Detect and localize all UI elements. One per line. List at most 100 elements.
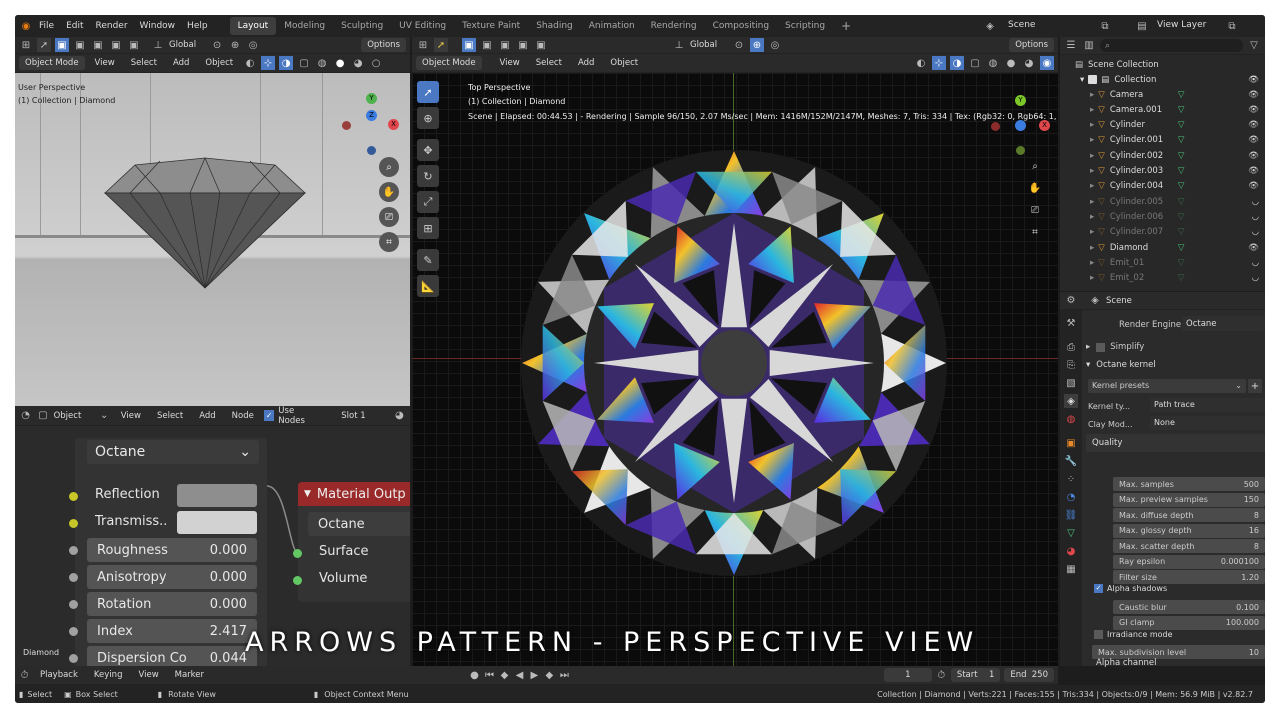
- display-mode-icon[interactable]: ▥: [1082, 39, 1096, 53]
- view-menu[interactable]: View: [493, 56, 526, 70]
- prev-keyframe-icon[interactable]: ◆: [499, 668, 510, 682]
- property-field[interactable]: Max. samples 500: [1113, 477, 1265, 491]
- gizmo-icon[interactable]: ⊹: [932, 56, 946, 70]
- material-browse-icon[interactable]: ◕: [393, 409, 406, 423]
- eye-icon[interactable]: 👁: [1248, 90, 1259, 100]
- outliner-item[interactable]: ▸ ▽ Cylinder.005 ▽ ◡: [1060, 194, 1265, 209]
- mode-select[interactable]: Object Mode: [19, 56, 85, 70]
- eye-icon[interactable]: 👁: [1248, 135, 1259, 145]
- render-engine-select[interactable]: Octane: [1182, 316, 1265, 331]
- cursor-tool-icon[interactable]: ⊕: [417, 107, 439, 129]
- expand-arrow-icon[interactable]: ▸: [1090, 212, 1094, 222]
- scene-name-field[interactable]: Scene: [1008, 20, 1098, 30]
- anisotropy-socket[interactable]: [69, 573, 78, 582]
- scene-collection-row[interactable]: ▤ Scene Collection: [1060, 57, 1265, 72]
- wireframe-shading-icon[interactable]: ◍: [986, 56, 1000, 70]
- preview-range-icon[interactable]: ⏱: [936, 668, 947, 682]
- eye-icon[interactable]: ◡: [1252, 227, 1259, 237]
- eye-icon[interactable]: 👁: [1248, 105, 1259, 115]
- scene-tab-icon[interactable]: ◈: [1064, 394, 1078, 408]
- start-frame-field[interactable]: Start 1: [950, 668, 1001, 682]
- collection-row[interactable]: ▾ ▤ Collection 👁: [1060, 72, 1265, 87]
- material-tab-icon[interactable]: ◕: [1064, 544, 1078, 558]
- marker-menu[interactable]: Marker: [168, 668, 211, 682]
- octane-kernel-panel[interactable]: ▾ Octane kernel: [1086, 356, 1265, 374]
- tab-rendering[interactable]: Rendering: [643, 17, 705, 35]
- select-menu[interactable]: Select: [529, 56, 568, 70]
- record-icon[interactable]: ●: [469, 668, 480, 682]
- tab-texture-paint[interactable]: Texture Paint: [454, 17, 528, 35]
- measure-tool-icon[interactable]: 📐: [417, 275, 439, 297]
- copy-layer-icon[interactable]: ⧉: [1225, 19, 1239, 33]
- expand-arrow-icon[interactable]: ▸: [1090, 166, 1094, 176]
- add-workspace-icon[interactable]: +: [833, 15, 859, 37]
- select-box-tool-icon[interactable]: ➚: [417, 81, 439, 103]
- property-field[interactable]: Max. scatter depth 8: [1113, 539, 1265, 553]
- material-shading-icon[interactable]: ◕: [1022, 56, 1036, 70]
- mesh-data-icon[interactable]: ▽: [1178, 90, 1185, 100]
- pan-hand-icon[interactable]: ✋: [379, 182, 399, 202]
- scene-icon[interactable]: ◈: [983, 19, 997, 33]
- outliner-item[interactable]: ▸ ▽ Cylinder.006 ▽ ◡: [1060, 209, 1265, 224]
- eye-icon[interactable]: 👁: [1248, 181, 1259, 191]
- mode-select[interactable]: Object Mode: [416, 56, 482, 70]
- ortho-grid-icon[interactable]: ⌗: [1028, 225, 1042, 239]
- options-button[interactable]: Options: [361, 38, 406, 52]
- world-tab-icon[interactable]: ◍: [1064, 412, 1078, 426]
- node-object-icon[interactable]: ▢: [36, 409, 49, 423]
- dispersion-socket[interactable]: [69, 654, 78, 663]
- outliner-item[interactable]: ▸ ▽ Cylinder ▽ 👁: [1060, 118, 1265, 133]
- view-layer-icon[interactable]: ▤: [1135, 19, 1149, 33]
- mesh-data-icon[interactable]: ▽: [1178, 197, 1185, 207]
- property-field[interactable]: Filter size 1.20: [1113, 570, 1265, 584]
- data-tab-icon[interactable]: ▽: [1064, 526, 1078, 540]
- expand-arrow-icon[interactable]: ▸: [1090, 227, 1094, 237]
- wireframe-shading-icon[interactable]: ◍: [315, 56, 329, 70]
- select-menu[interactable]: Select: [124, 56, 163, 70]
- left-viewport[interactable]: User Perspective (1) Collection | Diamon…: [15, 73, 410, 406]
- play-icon[interactable]: ▶: [529, 668, 540, 682]
- main-axis-gizmo[interactable]: Y X: [988, 95, 1052, 159]
- outliner-item[interactable]: ▸ ▽ Diamond ▽ 👁: [1060, 240, 1265, 255]
- transform-tool-icon[interactable]: ⊞: [417, 217, 439, 239]
- particles-tab-icon[interactable]: ⁘: [1064, 472, 1078, 486]
- alpha-channel-panel[interactable]: Alpha channel: [1096, 658, 1157, 668]
- tab-shading[interactable]: Shading: [528, 17, 581, 35]
- tab-compositing[interactable]: Compositing: [705, 17, 777, 35]
- proportional-icon[interactable]: ◎: [246, 38, 260, 52]
- outliner-item[interactable]: ▸ ▽ Emit_02 ▽ ◡: [1060, 271, 1265, 286]
- property-field[interactable]: Max. glossy depth 16: [1113, 523, 1265, 538]
- expand-arrow-icon[interactable]: ▸: [1090, 273, 1094, 283]
- tab-sculpting[interactable]: Sculpting: [333, 17, 391, 35]
- eye-icon[interactable]: 👁: [1248, 243, 1259, 253]
- rotation-socket[interactable]: [69, 600, 78, 609]
- anisotropy-field[interactable]: Anisotropy 0.000: [87, 565, 257, 589]
- render-tab-icon[interactable]: ⎙: [1064, 340, 1078, 354]
- kernel-type-select[interactable]: Path trace: [1150, 398, 1265, 412]
- transmission-color-swatch[interactable]: [177, 511, 257, 534]
- clay-mode-select[interactable]: None: [1150, 416, 1265, 430]
- scale-tool-icon[interactable]: ⤢: [417, 191, 439, 213]
- tab-modeling[interactable]: Modeling: [276, 17, 333, 35]
- move-tool-icon[interactable]: ✥: [417, 139, 439, 161]
- camera-view-icon[interactable]: ⎚: [1028, 203, 1042, 217]
- keying-menu[interactable]: Keying: [87, 668, 129, 682]
- tool-tab-icon[interactable]: ⚒: [1064, 316, 1078, 330]
- eye-icon[interactable]: 👁: [1248, 75, 1259, 85]
- output-tab-icon[interactable]: ⎘: [1064, 358, 1078, 372]
- pivot-icon[interactable]: ⊙: [210, 38, 224, 52]
- outliner-item[interactable]: ▸ ▽ Emit_01 ▽ ◡: [1060, 255, 1265, 270]
- outliner-type-icon[interactable]: ☰: [1064, 39, 1078, 53]
- material-shading-icon[interactable]: ◕: [351, 56, 365, 70]
- menu-help[interactable]: Help: [181, 21, 214, 31]
- expand-arrow-icon[interactable]: ▸: [1090, 181, 1094, 191]
- proportional-icon[interactable]: ◎: [768, 38, 782, 52]
- roughness-field[interactable]: Roughness 0.000: [87, 538, 257, 562]
- use-nodes-checkbox[interactable]: ✓: [263, 410, 275, 421]
- main-viewport[interactable]: Top Perspective (1) Collection | Diamond…: [412, 73, 1058, 666]
- property-field[interactable]: Max. diffuse depth 8: [1113, 508, 1265, 522]
- select-subtract-icon[interactable]: ▣: [91, 38, 105, 52]
- view-menu[interactable]: View: [88, 56, 121, 70]
- node-type-select[interactable]: Object: [54, 411, 94, 421]
- mesh-data-icon[interactable]: ▽: [1178, 212, 1185, 222]
